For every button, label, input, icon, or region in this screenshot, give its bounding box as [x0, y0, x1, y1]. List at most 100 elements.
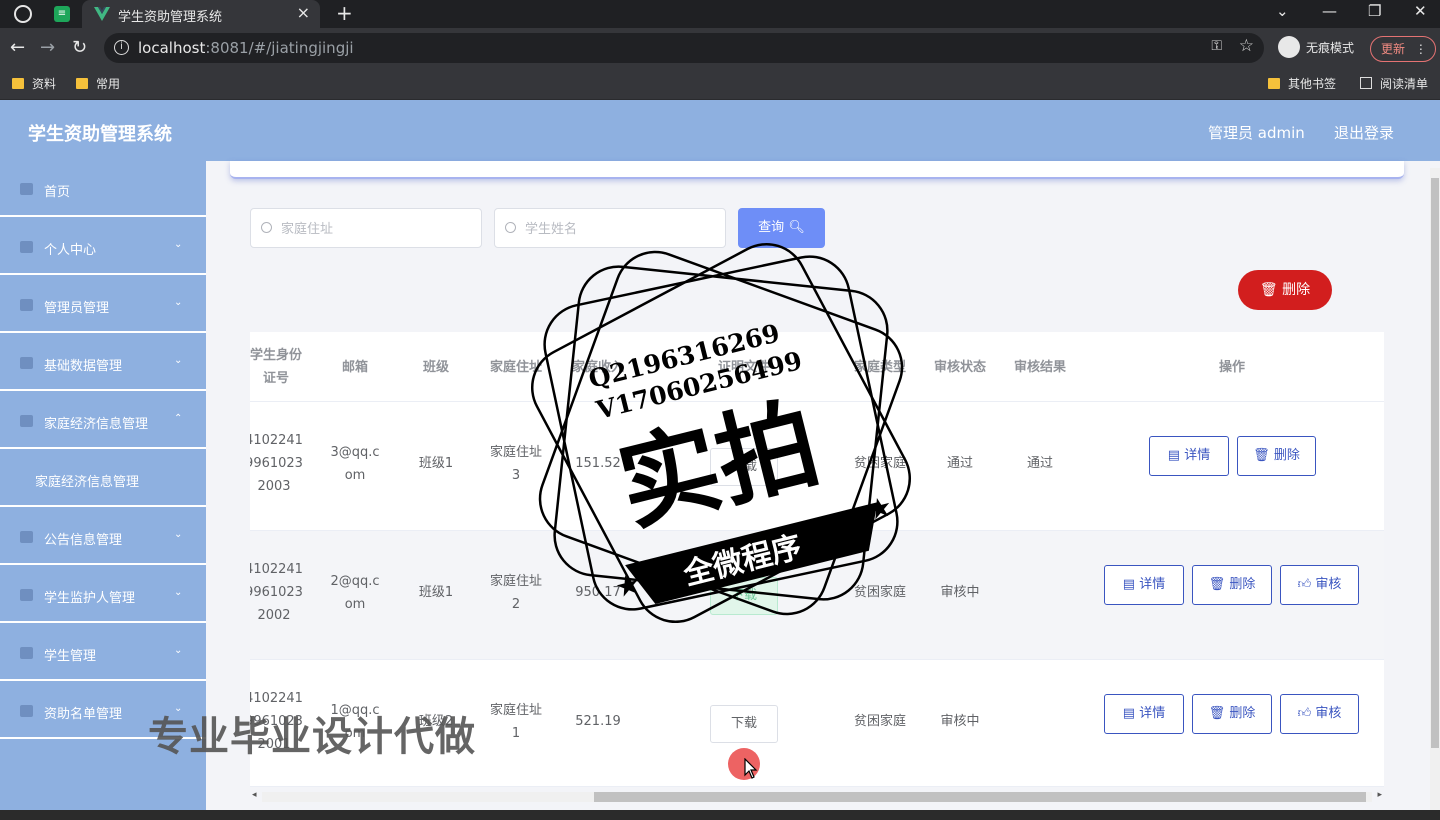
- col-header-class: 班级: [422, 360, 449, 375]
- vertical-scrollbar[interactable]: [1430, 168, 1440, 810]
- folder-icon: [12, 78, 24, 89]
- sidebar-item-profile[interactable]: 个人中心 ⌄: [0, 219, 206, 275]
- cell-status: 审核中: [940, 585, 980, 600]
- scroll-thumb[interactable]: [1431, 178, 1439, 748]
- review-button[interactable]: 👍︎ 审核: [1280, 565, 1359, 605]
- home-icon: [20, 183, 33, 195]
- col-header-email: 邮箱: [341, 360, 368, 375]
- tab-title: 学生资助管理系统: [118, 10, 223, 25]
- url-text: localhost:8081/#/jiatingjingji: [138, 39, 354, 57]
- watermark-bottom-text: 专业毕业设计代做: [148, 714, 476, 760]
- detail-button[interactable]: ▤ 详情: [1149, 436, 1229, 476]
- other-bookmarks[interactable]: 其他书签: [1268, 75, 1336, 92]
- document-icon: ▤: [1122, 577, 1136, 592]
- cell-email: 2@qq.c om: [330, 574, 380, 612]
- folder-icon: [1268, 78, 1280, 89]
- col-header-status: 审核状态: [933, 360, 986, 375]
- bookmark-folder[interactable]: 常用: [76, 75, 120, 92]
- cell-status: 审核中: [940, 714, 980, 729]
- update-button[interactable]: 更新 ⋮: [1370, 36, 1436, 62]
- scroll-left-icon[interactable]: ◂: [252, 790, 257, 800]
- logout-link[interactable]: 退出登录: [1334, 122, 1394, 143]
- sidebar-item-family-economy[interactable]: 家庭经济信息管理 ⌃: [0, 393, 206, 449]
- thumbs-up-icon: 👍︎: [1297, 706, 1312, 721]
- document-icon: ▤: [1122, 706, 1136, 721]
- tab-search-chevron-icon[interactable]: ⌄: [1276, 2, 1289, 20]
- notice-icon: [20, 531, 33, 543]
- chrome-icon[interactable]: [14, 5, 32, 23]
- tab-close-icon[interactable]: ×: [297, 3, 310, 22]
- sidebar-subitem-family-economy[interactable]: 家庭经济信息管理: [0, 451, 206, 507]
- forward-arrow-icon[interactable]: →: [40, 37, 55, 58]
- cell-class: 班级1: [418, 456, 454, 471]
- delete-button[interactable]: 🗑︎ 删除: [1237, 436, 1316, 476]
- incognito-icon: [1278, 36, 1300, 58]
- list-icon: [20, 647, 33, 659]
- cell-email: 3@qq.c om: [330, 445, 380, 483]
- user-icon: [20, 241, 33, 253]
- list-icon: [20, 589, 33, 601]
- cell-id: 4102241 9961023 2003: [250, 433, 303, 494]
- close-window-icon[interactable]: ✕: [1414, 2, 1427, 20]
- col-header-result: 审核结果: [1013, 360, 1066, 375]
- cell-address: 家庭住址 1: [489, 703, 542, 741]
- user-icon: [20, 415, 33, 427]
- cell-result: 通过: [1026, 456, 1053, 471]
- trash-icon: 🗑︎: [1208, 706, 1226, 721]
- scroll-thumb[interactable]: [594, 792, 1366, 802]
- new-tab-icon[interactable]: +: [336, 1, 353, 25]
- minimize-icon[interactable]: —: [1322, 2, 1337, 20]
- key-icon[interactable]: ⚿: [1211, 38, 1222, 54]
- document-icon: ▤: [1167, 448, 1181, 463]
- browser-toolbar: ← → ↻ i localhost:8081/#/jiatingjingji ⚿…: [0, 28, 1440, 68]
- chevron-up-icon: ⌃: [174, 413, 183, 424]
- download-button[interactable]: 下载: [710, 705, 778, 743]
- bookmark-folder[interactable]: 资料: [12, 75, 56, 92]
- breadcrumb-card: [230, 161, 1404, 179]
- review-button[interactable]: 👍︎ 审核: [1280, 694, 1359, 734]
- browser-tab-bar: ≡ 学生资助管理系统 × + ⌄ — ❐ ✕: [0, 0, 1440, 28]
- name-search-input[interactable]: [525, 219, 715, 239]
- back-arrow-icon[interactable]: ←: [10, 37, 25, 58]
- address-bar[interactable]: i localhost:8081/#/jiatingjingji ⚿ ☆: [104, 33, 1264, 63]
- cell-id: 4102241 9961023 2002: [250, 562, 303, 623]
- sidebar-item-home[interactable]: 首页: [0, 161, 206, 217]
- reading-list[interactable]: 阅读清单: [1360, 75, 1428, 92]
- cell-class: 班级1: [418, 585, 454, 600]
- app-header: 学生资助管理系统 管理员 admin 退出登录: [0, 100, 1440, 161]
- bookmarks-bar: 资料 常用 其他书签 阅读清单: [0, 68, 1440, 100]
- address-search-input[interactable]: [281, 219, 471, 239]
- extension-icon[interactable]: ≡: [54, 6, 70, 22]
- batch-delete-button[interactable]: 🗑︎ 删除: [1238, 270, 1332, 310]
- delete-button[interactable]: 🗑︎ 删除: [1192, 694, 1272, 734]
- browser-tab[interactable]: 学生资助管理系统 ×: [82, 0, 320, 28]
- app-title: 学生资助管理系统: [28, 124, 172, 145]
- sidebar-item-notices[interactable]: 公告信息管理 ⌄: [0, 509, 206, 565]
- sidebar-item-students[interactable]: 学生管理 ⌄: [0, 625, 206, 681]
- detail-button[interactable]: ▤ 详情: [1104, 565, 1184, 605]
- chevron-down-icon: ⌄: [174, 239, 183, 250]
- scroll-right-icon[interactable]: ▸: [1377, 790, 1382, 800]
- reload-icon[interactable]: ↻: [72, 37, 87, 58]
- cell-type: 贫困家庭: [853, 714, 906, 729]
- watermark-stamp: Q2196316269 V17060256499 实拍 全微程序 ★ ★: [526, 238, 916, 628]
- restore-icon[interactable]: ❐: [1368, 2, 1381, 20]
- address-search-field[interactable]: [250, 208, 482, 248]
- bookmark-star-icon[interactable]: ☆: [1239, 36, 1254, 56]
- menu-icon: [20, 705, 33, 717]
- header-user: 管理员 admin: [1208, 124, 1305, 142]
- trash-icon: 🗑︎: [1253, 448, 1270, 463]
- trash-icon: 🗑︎: [1259, 282, 1278, 298]
- horizontal-scrollbar[interactable]: ◂ ▸: [250, 789, 1384, 805]
- search-icon: [261, 222, 272, 233]
- sidebar-item-guardians[interactable]: 学生监护人管理 ⌄: [0, 567, 206, 623]
- chevron-down-icon: ⌄: [174, 645, 183, 656]
- detail-button[interactable]: ▤ 详情: [1104, 694, 1184, 734]
- sidebar-item-admins[interactable]: 管理员管理 ⌄: [0, 277, 206, 333]
- folder-icon: [76, 78, 88, 89]
- chevron-down-icon: ⌄: [174, 587, 183, 598]
- delete-button[interactable]: 🗑︎ 删除: [1192, 565, 1272, 605]
- vue-logo-icon: [94, 7, 110, 21]
- sidebar-item-basic-data[interactable]: 基础数据管理 ⌄: [0, 335, 206, 391]
- site-info-icon[interactable]: i: [114, 40, 129, 55]
